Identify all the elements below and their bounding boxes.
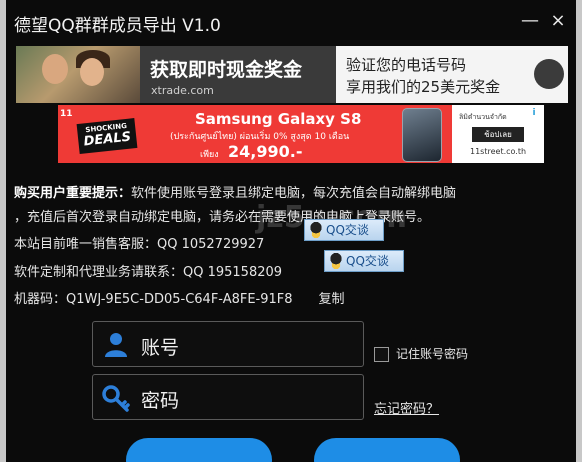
forgot-password-link[interactable]: 忘记密码？	[374, 398, 439, 417]
ad-price-prefix: เพียง	[200, 150, 219, 160]
machine-code: 机器码：Q1WJ-9E5C-DD05-C64F-A8FE-91F8	[14, 292, 293, 307]
ad-banner-galaxy[interactable]: 11 SHOCKING DEALS Samsung Galaxy S8 (ประ…	[58, 105, 544, 163]
window-title: 德望QQ群群成员导出 V1.0	[14, 16, 221, 36]
key-icon	[102, 385, 130, 412]
close-button[interactable]: ×	[547, 10, 569, 32]
ad-text-line2: 享用我们的25美元奖金	[346, 78, 501, 96]
app-window: 德望QQ群群成员导出 V1.0 — × 获取即时现金奖金 xtrade.com …	[6, 0, 576, 462]
qq-chat-button-sales[interactable]: QQ交谈	[304, 219, 384, 241]
ad-text: 验证您的电话号码 享用我们的25美元奖金	[346, 54, 500, 98]
account-label: 账号	[141, 337, 180, 359]
qq-chat-button-agency[interactable]: QQ交谈	[324, 250, 404, 272]
ad-cta-line1: ลิมิตำนวนจำกัด	[459, 113, 507, 121]
ad-subtitle: (ประกันศูนย์ไทย) ผ่อนเริ่ม 0% สูงสุด 10 …	[170, 132, 350, 142]
ad-headline: 获取即时现金奖金	[150, 59, 303, 81]
ad-cta-line2: 11street.co.th	[470, 147, 527, 156]
account-field[interactable]: 账号	[92, 321, 364, 367]
ad-photo	[16, 46, 140, 103]
minimize-button[interactable]: —	[519, 10, 541, 32]
login-button[interactable]	[126, 438, 272, 462]
ad-logo: 11	[60, 109, 73, 119]
ad-go-icon[interactable]	[534, 59, 564, 89]
phone-image	[402, 108, 442, 162]
remember-row[interactable]: 记住账号密码	[374, 345, 468, 362]
ad-badge: SHOCKING DEALS	[76, 118, 138, 154]
remember-checkbox[interactable]	[374, 347, 389, 362]
user-icon	[105, 333, 127, 357]
machine-code-row: 机器码：Q1WJ-9E5C-DD05-C64F-A8FE-91F8 复制	[14, 288, 345, 307]
agency-contact: 软件定制和代理业务请联系：QQ 195158209	[14, 265, 283, 280]
qq-penguin-icon	[329, 253, 343, 269]
ad-site: xtrade.com	[151, 84, 214, 97]
notice-label: 购买用户重要提示：	[14, 186, 132, 201]
password-field[interactable]: 密码	[92, 374, 364, 420]
title-bar: 德望QQ群群成员导出 V1.0 — ×	[6, 0, 576, 44]
qq-penguin-icon	[309, 222, 323, 238]
ad-photo-face	[80, 58, 104, 86]
ad-title: Samsung Galaxy S8	[195, 110, 362, 128]
qq-chat-label: QQ交谈	[346, 254, 389, 268]
ad-headline-panel: 获取即时现金奖金 xtrade.com	[140, 46, 336, 103]
password-label: 密码	[141, 390, 180, 412]
qq-chat-label: QQ交谈	[326, 223, 369, 237]
sales-contact: 本站目前唯一销售客服：QQ 1052729927	[14, 237, 265, 252]
notice-text1: 软件使用账号登录且绑定电脑，每次充值会自动解绑电脑	[131, 186, 457, 201]
ad-info-icon[interactable]: i	[528, 107, 540, 119]
ad-price: 24,990.-	[228, 142, 303, 161]
register-button[interactable]	[314, 438, 460, 462]
notice-line1: 购买用户重要提示：软件使用账号登录且绑定电脑，每次充值会自动解绑电脑	[14, 182, 456, 201]
ad-shop-button[interactable]: ช้อปเลย	[472, 127, 524, 142]
remember-label: 记住账号密码	[396, 347, 469, 361]
ad-photo-face	[42, 54, 68, 84]
ad-text-line1: 验证您的电话号码	[346, 56, 467, 74]
copy-link[interactable]: 复制	[319, 292, 345, 307]
ad-banner-xtrade[interactable]: 获取即时现金奖金 xtrade.com 验证您的电话号码 享用我们的25美元奖金	[16, 46, 568, 103]
